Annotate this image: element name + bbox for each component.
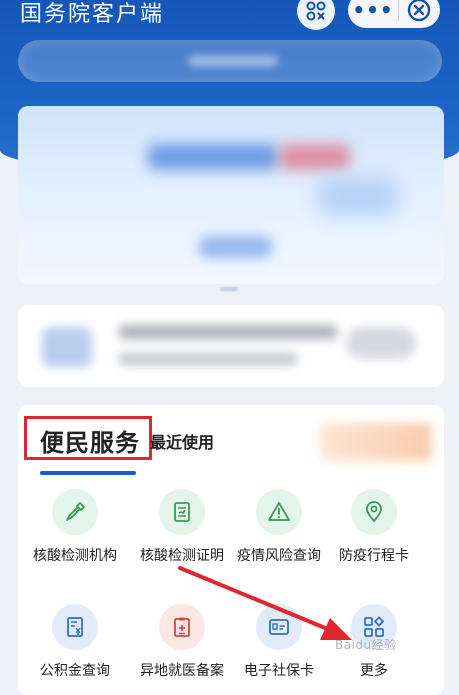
service-label: 疫情风险查询	[237, 548, 321, 564]
tab-recently-used[interactable]: 最近使用	[150, 429, 214, 453]
app-title: 国务院客户端	[20, 2, 165, 27]
notice-card[interactable]	[18, 305, 444, 387]
annotation-highlight-box	[24, 416, 152, 460]
service-item[interactable]: 疫情风险查询	[225, 489, 333, 565]
scan-icon	[306, 1, 326, 21]
service-item[interactable]: 电子社保卡	[225, 604, 333, 680]
banner-blur-block	[280, 144, 350, 170]
service-label: 核酸检测机构	[33, 548, 117, 564]
medical-record-icon	[174, 617, 190, 637]
service-icon-bg	[256, 604, 302, 650]
service-item[interactable]: 核酸检测证明	[128, 489, 236, 565]
close-button[interactable]	[399, 0, 439, 22]
service-icon-bg	[159, 604, 205, 650]
notice-action-button[interactable]	[346, 327, 416, 359]
service-label: 电子社保卡	[244, 663, 314, 679]
id-card-icon	[269, 619, 289, 635]
service-label: 防疫行程卡	[339, 548, 409, 564]
notice-icon	[42, 327, 92, 367]
close-icon	[407, 0, 431, 22]
banner-blur-block	[148, 144, 278, 170]
location-pin-icon	[366, 501, 382, 523]
service-item[interactable]: 防疫行程卡	[320, 489, 428, 565]
mini-program-capsule: •••	[348, 0, 440, 28]
service-label: 核酸检测证明	[140, 548, 224, 564]
watermark: Baidu经验	[335, 638, 397, 652]
service-item[interactable]: 公积金查询	[21, 604, 129, 680]
banner-blur-block	[318, 176, 398, 216]
service-icon-bg	[159, 489, 205, 535]
service-label: 更多	[360, 663, 388, 679]
service-icon-bg	[52, 489, 98, 535]
active-tab-underline	[40, 471, 136, 475]
notice-text-blurred	[118, 353, 298, 365]
search-placeholder-blurred	[188, 55, 278, 67]
dropper-icon	[66, 502, 85, 521]
service-icon-bg	[351, 489, 397, 535]
service-icon-bg	[256, 489, 302, 535]
certificate-icon	[174, 502, 190, 522]
banner-blur-block	[198, 236, 273, 258]
warning-icon	[268, 502, 290, 521]
service-label: 公积金查询	[40, 663, 110, 679]
search-bar[interactable]	[18, 40, 442, 82]
service-item[interactable]: 核酸检测机构	[21, 489, 129, 565]
carousel-indicator	[220, 287, 238, 291]
more-options-button[interactable]: •••	[348, 0, 398, 25]
service-label: 异地就医备案	[140, 663, 224, 679]
service-icon-bg	[52, 604, 98, 650]
notice-text-blurred	[118, 325, 338, 339]
banner-carousel[interactable]	[18, 106, 444, 284]
blurred-tab-area	[320, 423, 432, 461]
service-item[interactable]: 异地就医备案	[128, 604, 236, 680]
fund-doc-icon	[67, 617, 83, 637]
